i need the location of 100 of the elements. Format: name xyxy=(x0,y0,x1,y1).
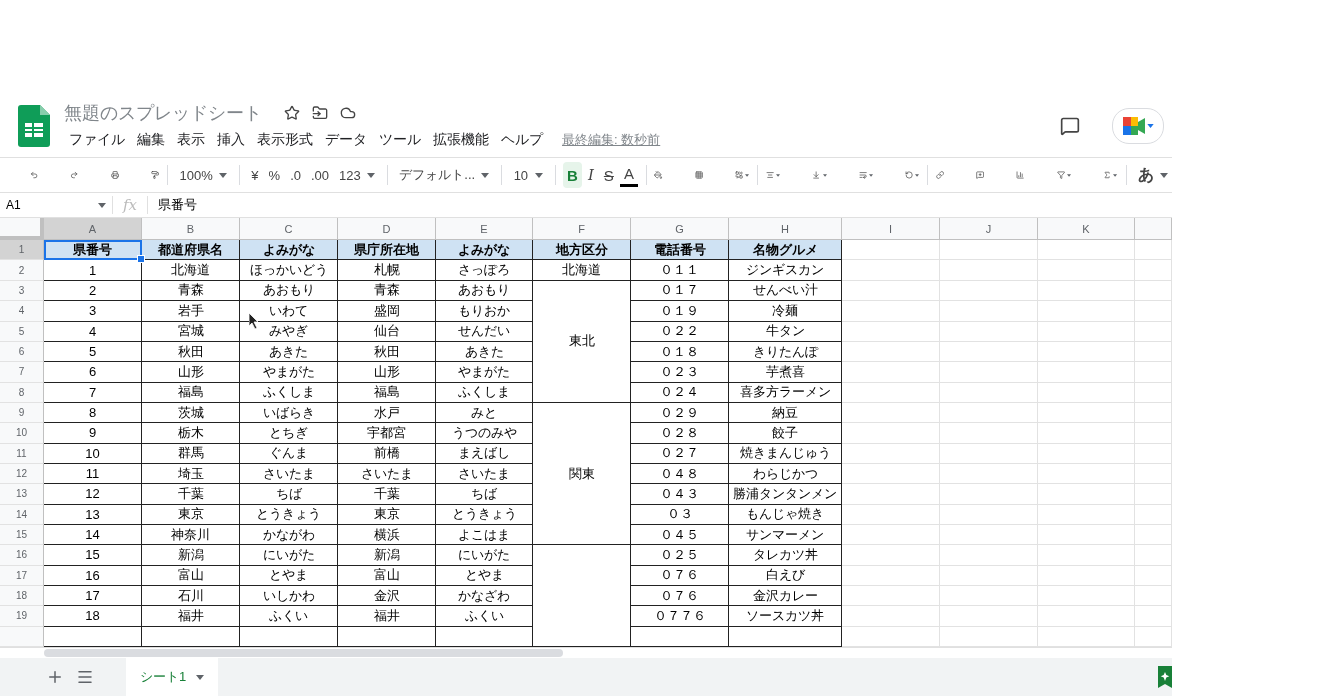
column-header[interactable]: A xyxy=(44,218,142,241)
strikethrough-button[interactable]: S xyxy=(599,162,618,189)
row-number: 18 xyxy=(0,585,44,607)
menu-item[interactable]: 挿入 xyxy=(212,129,250,152)
menu-item[interactable]: 表示 xyxy=(172,129,210,152)
zoom-dropdown[interactable]: 100% xyxy=(175,162,231,189)
table-cell: ０２５ xyxy=(631,545,729,566)
table-cell: タレカツ丼 xyxy=(729,545,842,566)
table-cell: 12 xyxy=(44,484,142,505)
bold-button[interactable]: B xyxy=(563,162,582,189)
sheets-logo[interactable] xyxy=(18,105,50,148)
scrollbar-thumb[interactable] xyxy=(44,649,563,657)
table-cell: 北海道 xyxy=(142,260,240,281)
text-color-button[interactable]: A xyxy=(619,163,638,187)
table-cell: 18 xyxy=(44,606,142,627)
percent-button[interactable]: % xyxy=(264,162,285,189)
caret-icon xyxy=(218,172,227,178)
row-number: 14 xyxy=(0,504,44,525)
table-cell: 納豆 xyxy=(729,402,842,424)
table-cell: 仙台 xyxy=(338,321,436,342)
column-header[interactable]: E xyxy=(436,218,533,241)
sheet-tab[interactable]: シート1 xyxy=(126,658,219,696)
row-number: 17 xyxy=(0,565,44,586)
row-number: 12 xyxy=(0,463,44,485)
row-number: 6 xyxy=(0,341,44,363)
table-cell: さっぽろ xyxy=(436,260,533,281)
meet-button[interactable] xyxy=(1112,108,1164,145)
caret-icon xyxy=(915,172,920,178)
move-folder-icon[interactable] xyxy=(312,105,328,122)
header-cell: 地方区分 xyxy=(533,240,631,261)
column-header[interactable]: C xyxy=(240,218,338,241)
table-cell: ほっかいどう xyxy=(240,260,338,281)
table-cell: 7 xyxy=(44,382,142,403)
row-number: 2 xyxy=(0,260,44,281)
add-sheet-icon[interactable] xyxy=(46,668,64,686)
row-number: 10 xyxy=(0,423,44,444)
column-header[interactable]: F xyxy=(533,218,631,241)
fx-label: fx xyxy=(113,196,148,215)
caret-icon xyxy=(481,172,490,178)
menu-item[interactable]: データ xyxy=(320,129,372,152)
column-header[interactable]: B xyxy=(142,218,240,241)
caret-icon xyxy=(366,172,375,178)
currency-button[interactable]: ¥ xyxy=(247,162,263,189)
comment-icon[interactable] xyxy=(1060,116,1080,137)
menu-item[interactable]: 編集 xyxy=(132,129,170,152)
all-sheets-icon[interactable] xyxy=(76,668,94,686)
table-cell: 金沢 xyxy=(338,585,436,607)
font-size-dropdown[interactable]: 10 xyxy=(509,162,547,189)
document-title[interactable]: 無題のスプレッドシート xyxy=(64,101,262,126)
row-number: 13 xyxy=(0,484,44,505)
caret-icon xyxy=(868,172,873,178)
table-cell: 8 xyxy=(44,402,142,424)
column-header[interactable]: G xyxy=(631,218,729,241)
formula-field[interactable]: 県番号 xyxy=(148,196,197,215)
table-cell: かながわ xyxy=(240,524,338,546)
column-header[interactable]: K xyxy=(1038,218,1135,241)
table-cell: いばらき xyxy=(240,402,338,424)
table-cell: ０１７ xyxy=(631,280,729,302)
table-cell: 千葉 xyxy=(338,484,436,505)
table-cell: ふくい xyxy=(240,606,338,627)
caret-icon xyxy=(1113,172,1118,178)
menu-item[interactable]: ツール xyxy=(374,129,426,152)
name-box[interactable]: A1 xyxy=(0,196,113,215)
menu-item[interactable]: ファイル xyxy=(64,129,130,152)
menu-item[interactable]: 表示形式 xyxy=(252,129,318,152)
italic-button[interactable]: I xyxy=(583,162,598,189)
header-cell: 都道府県名 xyxy=(142,240,240,261)
font-dropdown[interactable]: デフォルト... xyxy=(395,162,494,189)
row-number: 16 xyxy=(0,545,44,566)
table-cell: ０２９ xyxy=(631,402,729,424)
column-header[interactable]: I xyxy=(842,218,940,241)
table-cell: 横浜 xyxy=(338,524,436,546)
table-cell: もりおか xyxy=(436,301,533,322)
number-format-dropdown[interactable]: 123 xyxy=(335,162,379,189)
table-cell: 札幌 xyxy=(338,260,436,281)
column-header[interactable]: D xyxy=(338,218,436,241)
column-header[interactable]: H xyxy=(729,218,842,241)
decrease-decimals-button[interactable]: .0 xyxy=(286,162,305,189)
increase-decimals-button[interactable]: .00 xyxy=(307,162,334,189)
column-header[interactable]: J xyxy=(940,218,1038,241)
star-icon[interactable] xyxy=(284,105,300,122)
menu-item[interactable]: 拡張機能 xyxy=(428,129,494,152)
explore-icon[interactable] xyxy=(1158,666,1172,688)
column-header[interactable] xyxy=(1135,218,1172,241)
table-cell: 福島 xyxy=(142,382,240,403)
input-tools-dropdown[interactable]: あ xyxy=(1134,162,1172,189)
row-number: 7 xyxy=(0,362,44,383)
caret-icon xyxy=(745,172,750,178)
table-cell: 宮城 xyxy=(142,321,240,342)
table-cell: 福井 xyxy=(338,606,436,627)
table-cell: うつのみや xyxy=(436,423,533,444)
table-cell: かなざわ xyxy=(436,585,533,607)
last-edit-link[interactable]: 最終編集: 数秒前 xyxy=(562,131,661,150)
table-cell: 17 xyxy=(44,585,142,607)
table-cell: ０１９ xyxy=(631,301,729,322)
caret-icon xyxy=(1146,124,1154,129)
menu-item[interactable]: ヘルプ xyxy=(496,129,548,152)
table-cell: よこはま xyxy=(436,524,533,546)
table-cell: 秋田 xyxy=(142,341,240,363)
table-cell: 3 xyxy=(44,301,142,322)
